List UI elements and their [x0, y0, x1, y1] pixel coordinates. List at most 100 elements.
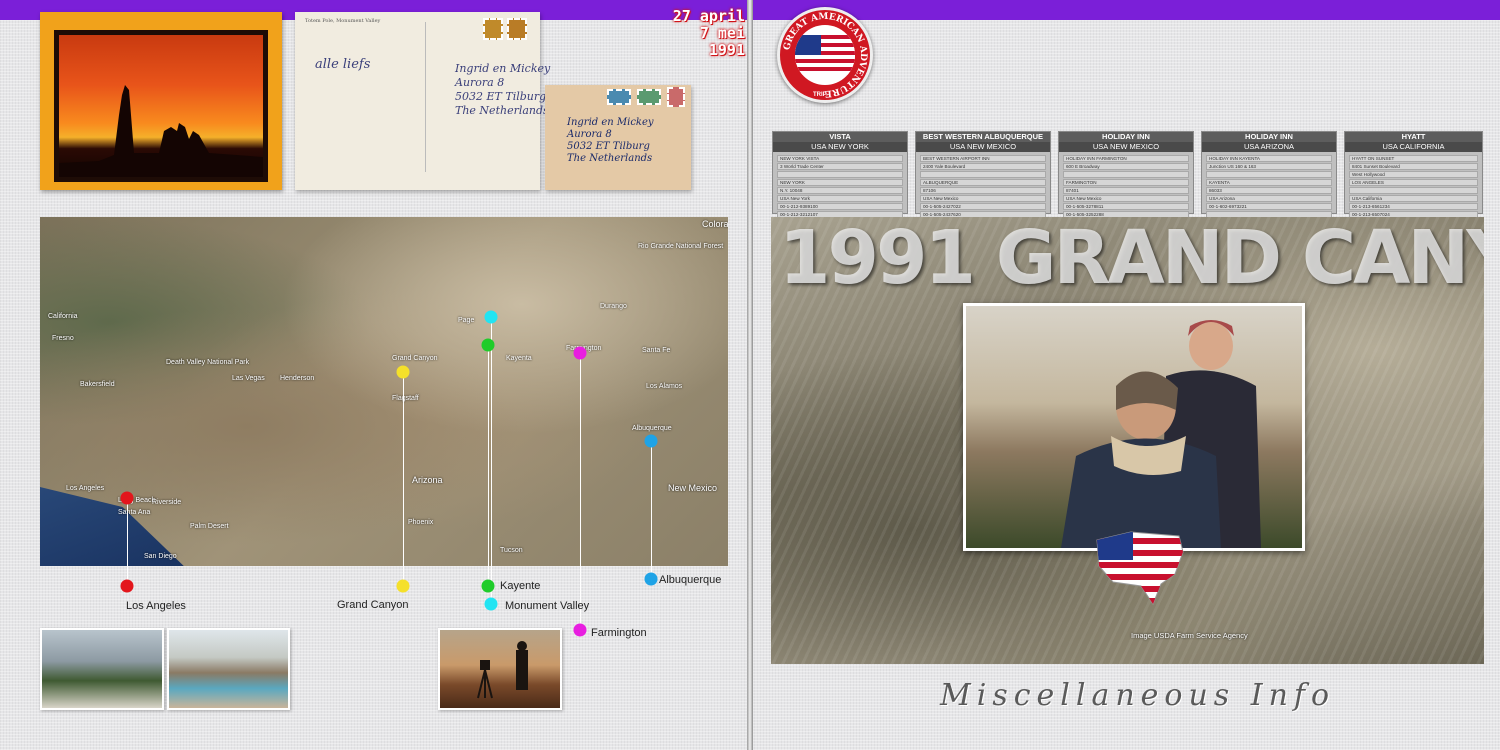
- hotel-row: 00-1-505-3278811: [1063, 203, 1189, 210]
- hotel-row: 00-1-602-6973221: [1206, 203, 1332, 210]
- map-pin-kayente[interactable]: [481, 338, 495, 352]
- hotel-card[interactable]: VISTA USA NEW YORK NEW YORK VISTA 3 Worl…: [772, 131, 908, 218]
- map-label: Arizona: [412, 475, 443, 485]
- pin-line-monument-valley: [491, 317, 492, 604]
- butte-silhouette: [59, 85, 263, 177]
- map-label: Rio Grande National Forest: [638, 243, 724, 250]
- stamp-tulip-2: [507, 18, 527, 40]
- sunset-postcard[interactable]: [40, 12, 282, 190]
- canyon-title: 1991 GRAND CANYON: [779, 217, 1484, 301]
- page-spine: [747, 0, 753, 750]
- city-label-monument-valley: Monument Valley: [505, 600, 590, 612]
- city-label-kayente: Kayente: [500, 580, 541, 592]
- pin-line-kayente: [488, 345, 489, 586]
- map-label: Henderson: [280, 375, 315, 382]
- map-pin-grand-canyon[interactable]: [396, 365, 410, 379]
- hotel-row: NEW YORK VISTA: [777, 155, 903, 162]
- satellite-map[interactable]: California Fresno Death Valley National …: [40, 217, 728, 566]
- hotel-row: 87401: [1063, 187, 1189, 194]
- date-line-3: 1991: [708, 41, 745, 59]
- stamp-landscape-2: [637, 89, 661, 105]
- hotel-cards: VISTA USA NEW YORK NEW YORK VISTA 3 Worl…: [772, 131, 1483, 218]
- map-label: San Diego: [144, 553, 177, 560]
- hotel-row: [1063, 171, 1189, 178]
- legend-dot-farmington: [573, 623, 587, 637]
- map-pin-farmington[interactable]: [573, 346, 587, 360]
- date-line-1: 27 april: [672, 7, 745, 25]
- hotel-card[interactable]: BEST WESTERN ALBUQUERQUE USA NEW MEXICO …: [915, 131, 1051, 218]
- hotel-row: 00-1-213-6561234: [1349, 203, 1478, 210]
- trip-dates: 27 april 7 mei 1991: [640, 8, 745, 59]
- hotel-row: 00-1-212-9389100: [777, 203, 903, 210]
- city-label-grand-canyon: Grand Canyon: [337, 599, 409, 611]
- hotel-row: USA New Mexico: [1063, 195, 1189, 202]
- postcard-header: Totem Pole, Monument Valley: [305, 18, 381, 24]
- pin-line-albuquerque: [651, 441, 652, 579]
- photo-pool[interactable]: [167, 628, 290, 710]
- hotel-row: FARMINGTON: [1063, 179, 1189, 186]
- map-label: California: [48, 313, 78, 320]
- postcard-divider: [425, 22, 426, 172]
- hotel-name: HYATT: [1345, 132, 1482, 142]
- image-credit: Image USDA Farm Service Agency: [1131, 631, 1248, 640]
- hotel-row: Junction US 160 & 163: [1206, 163, 1332, 170]
- pin-line-farmington: [580, 353, 581, 630]
- hotel-row: BEST WESTERN AIRPORT INN: [920, 155, 1046, 162]
- footer-title: Miscellaneous Info: [940, 678, 1336, 713]
- couple-photo[interactable]: [963, 303, 1305, 551]
- badge-sub: TRIP: [813, 92, 827, 98]
- map-label: Page: [458, 317, 475, 324]
- hotel-row: 600 E Broadway: [1063, 163, 1189, 170]
- postcard-frame: [54, 30, 268, 182]
- legend-dot-grand-canyon: [396, 579, 410, 593]
- map-pin-monument-valley[interactable]: [484, 310, 498, 324]
- photo-terrace[interactable]: [40, 628, 164, 710]
- hotel-row: HOLIDAY INN FARMINGTON: [1063, 155, 1189, 162]
- hotel-name: VISTA: [773, 132, 907, 142]
- adventure-trip-badge: GREAT AMERICAN ADVENTURE TRIP: [777, 7, 873, 103]
- hotel-row: West Hollywood: [1349, 171, 1478, 178]
- hotel-row: 86033: [1206, 187, 1332, 194]
- map-label: Palm Desert: [190, 523, 229, 530]
- map-label: New Mexico: [668, 483, 718, 493]
- hotel-row: ALBUQUERQUE: [920, 179, 1046, 186]
- city-label-farmington: Farmington: [591, 627, 647, 639]
- map-label: Riverside: [152, 499, 182, 506]
- hotel-name: HOLIDAY INN: [1059, 132, 1193, 142]
- envelope[interactable]: Ingrid en Mickey Aurora 8 5032 ET Tilbur…: [545, 85, 691, 190]
- stamp-portrait: [667, 87, 685, 107]
- map-label: Tucson: [500, 547, 523, 554]
- envelope-address: Ingrid en Mickey Aurora 8 5032 ET Tilbur…: [567, 117, 654, 164]
- map-label: Durango: [600, 303, 627, 310]
- map-label: Death Valley National Park: [166, 359, 250, 366]
- hotel-row: HYATT ON SUNSET: [1349, 155, 1478, 162]
- usa-flag-map-small: [1091, 522, 1187, 610]
- legend-dot-albuquerque: [644, 572, 658, 586]
- hotel-row: 3 World Trade Center: [777, 163, 903, 170]
- postcard-back[interactable]: Totem Pole, Monument Valley alle liefs I…: [295, 12, 550, 190]
- hotel-state: USA ARIZONA: [1202, 142, 1336, 152]
- map-label: Phoenix: [408, 519, 434, 526]
- map-label: Albuquerque: [632, 425, 672, 432]
- legend-dot-monument-valley: [484, 597, 498, 611]
- legend-dot-kayente: [481, 579, 495, 593]
- legend-dot-los-angeles: [120, 579, 134, 593]
- sunset-photo: [59, 35, 263, 177]
- stamp-landscape-1: [607, 89, 631, 105]
- hotel-name: BEST WESTERN ALBUQUERQUE: [916, 132, 1050, 142]
- map-pin-albuquerque[interactable]: [644, 434, 658, 448]
- hotel-card[interactable]: HOLIDAY INN USA NEW MEXICO HOLIDAY INN F…: [1058, 131, 1194, 218]
- hotel-row: USA New York: [777, 195, 903, 202]
- map-pin-los-angeles[interactable]: [120, 491, 134, 505]
- hotel-row: [777, 171, 903, 178]
- hotel-name: HOLIDAY INN: [1202, 132, 1336, 142]
- hotel-card[interactable]: HYATT USA CALIFORNIA HYATT ON SUNSET 840…: [1344, 131, 1483, 218]
- usa-flag-map: [795, 25, 855, 85]
- hotel-state: USA CALIFORNIA: [1345, 142, 1482, 152]
- hotel-row: USA California: [1349, 195, 1478, 202]
- hotel-card[interactable]: HOLIDAY INN USA ARIZONA HOLIDAY INN KAYE…: [1201, 131, 1337, 218]
- map-label: Fresno: [52, 335, 74, 342]
- hotel-row: N.Y. 10048: [777, 187, 903, 194]
- hotel-row: HOLIDAY INN KAYENTA: [1206, 155, 1332, 162]
- photo-monument-valley[interactable]: [438, 628, 562, 710]
